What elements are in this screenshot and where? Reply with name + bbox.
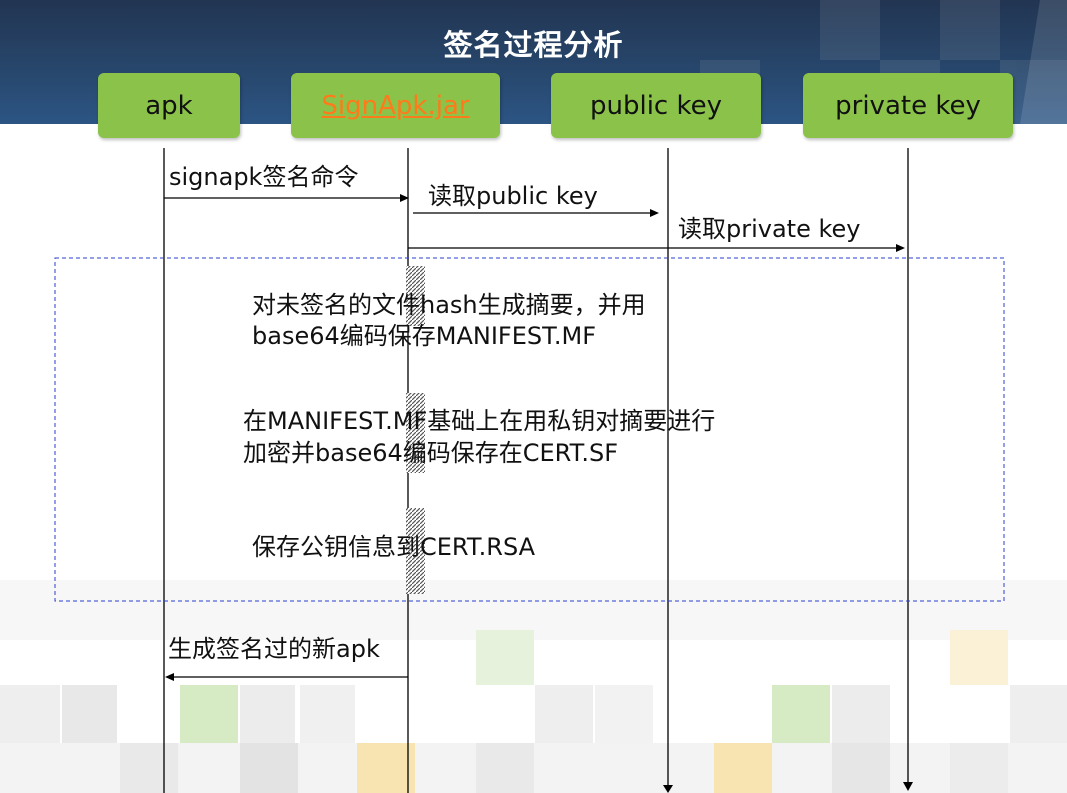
lifeline-private-key-arrowhead <box>903 782 913 791</box>
message-read-public-key: 读取public key <box>428 182 598 210</box>
message-generate-signed-apk: 生成签名过的新apk <box>168 635 380 663</box>
sequence-diagram <box>54 148 1005 793</box>
step1-line2: base64编码保存MANIFEST.MF <box>252 322 597 350</box>
message-signapk-command: signapk签名命令 <box>169 163 359 191</box>
lifeline-public-key-arrowhead <box>663 785 673 793</box>
step1-line1: 对未签名的文件hash生成摘要，并用 <box>252 291 646 319</box>
step2-line1: 在MANIFEST.MF基础上在用私钥对摘要进行 <box>243 407 716 435</box>
step2-line2: 加密并base64编码保存在CERT.SF <box>243 439 619 467</box>
step3-label: 保存公钥信息到CERT.RSA <box>252 533 536 561</box>
message-read-private-key: 读取private key <box>678 215 861 243</box>
